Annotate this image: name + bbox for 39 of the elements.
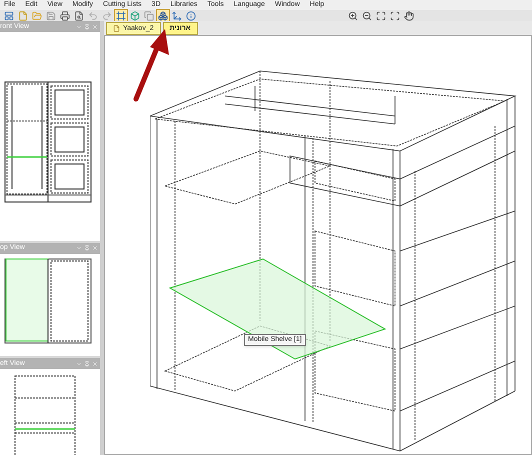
toolbar-button[interactable] — [184, 9, 198, 22]
close-icon[interactable] — [92, 24, 98, 30]
dropdown-icon[interactable] — [76, 245, 82, 252]
toolbar-button[interactable] — [346, 9, 360, 22]
toolbar-button[interactable] — [170, 9, 184, 22]
toolbar-button[interactable] — [114, 9, 128, 22]
close-icon[interactable] — [92, 245, 98, 252]
zoom-out-icon — [362, 10, 372, 20]
close-icon[interactable] — [92, 360, 98, 366]
toolbar-button[interactable] — [360, 9, 374, 22]
zoom-in-icon — [348, 10, 358, 20]
save-icon — [46, 10, 56, 20]
toolbar-button[interactable] — [156, 9, 170, 22]
preview-icon — [74, 10, 84, 20]
toolbar-button[interactable] — [58, 9, 72, 22]
zoom-window-icon — [390, 10, 400, 20]
folder-icon — [32, 10, 42, 20]
toolbar-button[interactable] — [402, 9, 416, 22]
printer-icon — [60, 10, 70, 20]
frame-icon — [116, 10, 126, 20]
toolbar-button[interactable] — [388, 9, 402, 22]
window-icon — [4, 10, 14, 20]
dropdown-icon[interactable] — [76, 24, 82, 30]
highlighted-shelf[interactable] — [168, 258, 386, 360]
redo-icon — [102, 10, 112, 20]
copy-icon — [144, 10, 154, 20]
toolbar-button[interactable] — [2, 9, 16, 22]
document-icon — [113, 25, 120, 32]
pin-icon[interactable] — [84, 24, 90, 30]
axes-icon — [172, 10, 182, 20]
info-icon — [186, 10, 196, 20]
page-icon — [18, 10, 28, 20]
cube-icon — [130, 10, 140, 20]
hand-icon — [404, 10, 414, 20]
fit-icon — [376, 10, 386, 20]
pin-icon[interactable] — [84, 360, 90, 366]
dropdown-icon[interactable] — [76, 360, 82, 366]
pin-icon[interactable] — [84, 245, 90, 252]
boxes-icon — [158, 10, 168, 20]
